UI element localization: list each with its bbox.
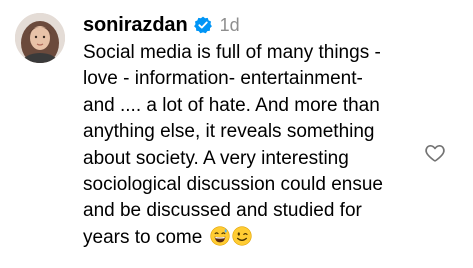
comment-timestamp: 1d: [219, 14, 240, 35]
comment-text-content: Social media is full of many things - lo…: [83, 42, 383, 248]
comment-text: Social media is full of many things - lo…: [83, 40, 413, 251]
username[interactable]: sonirazdan: [83, 14, 188, 37]
avatar[interactable]: [15, 13, 65, 63]
verified-badge-icon: [193, 16, 212, 34]
comment-header: sonirazdan 1d: [83, 11, 240, 39]
like-comment-button[interactable]: [424, 142, 446, 164]
grinning-sweat-emoji-icon: [210, 226, 230, 246]
heart-outline-icon: [425, 145, 445, 162]
avatar-image: [15, 13, 65, 63]
comment: sonirazdan 1d Social media is full of ma…: [0, 0, 473, 268]
winking-face-emoji-icon: [232, 226, 252, 246]
